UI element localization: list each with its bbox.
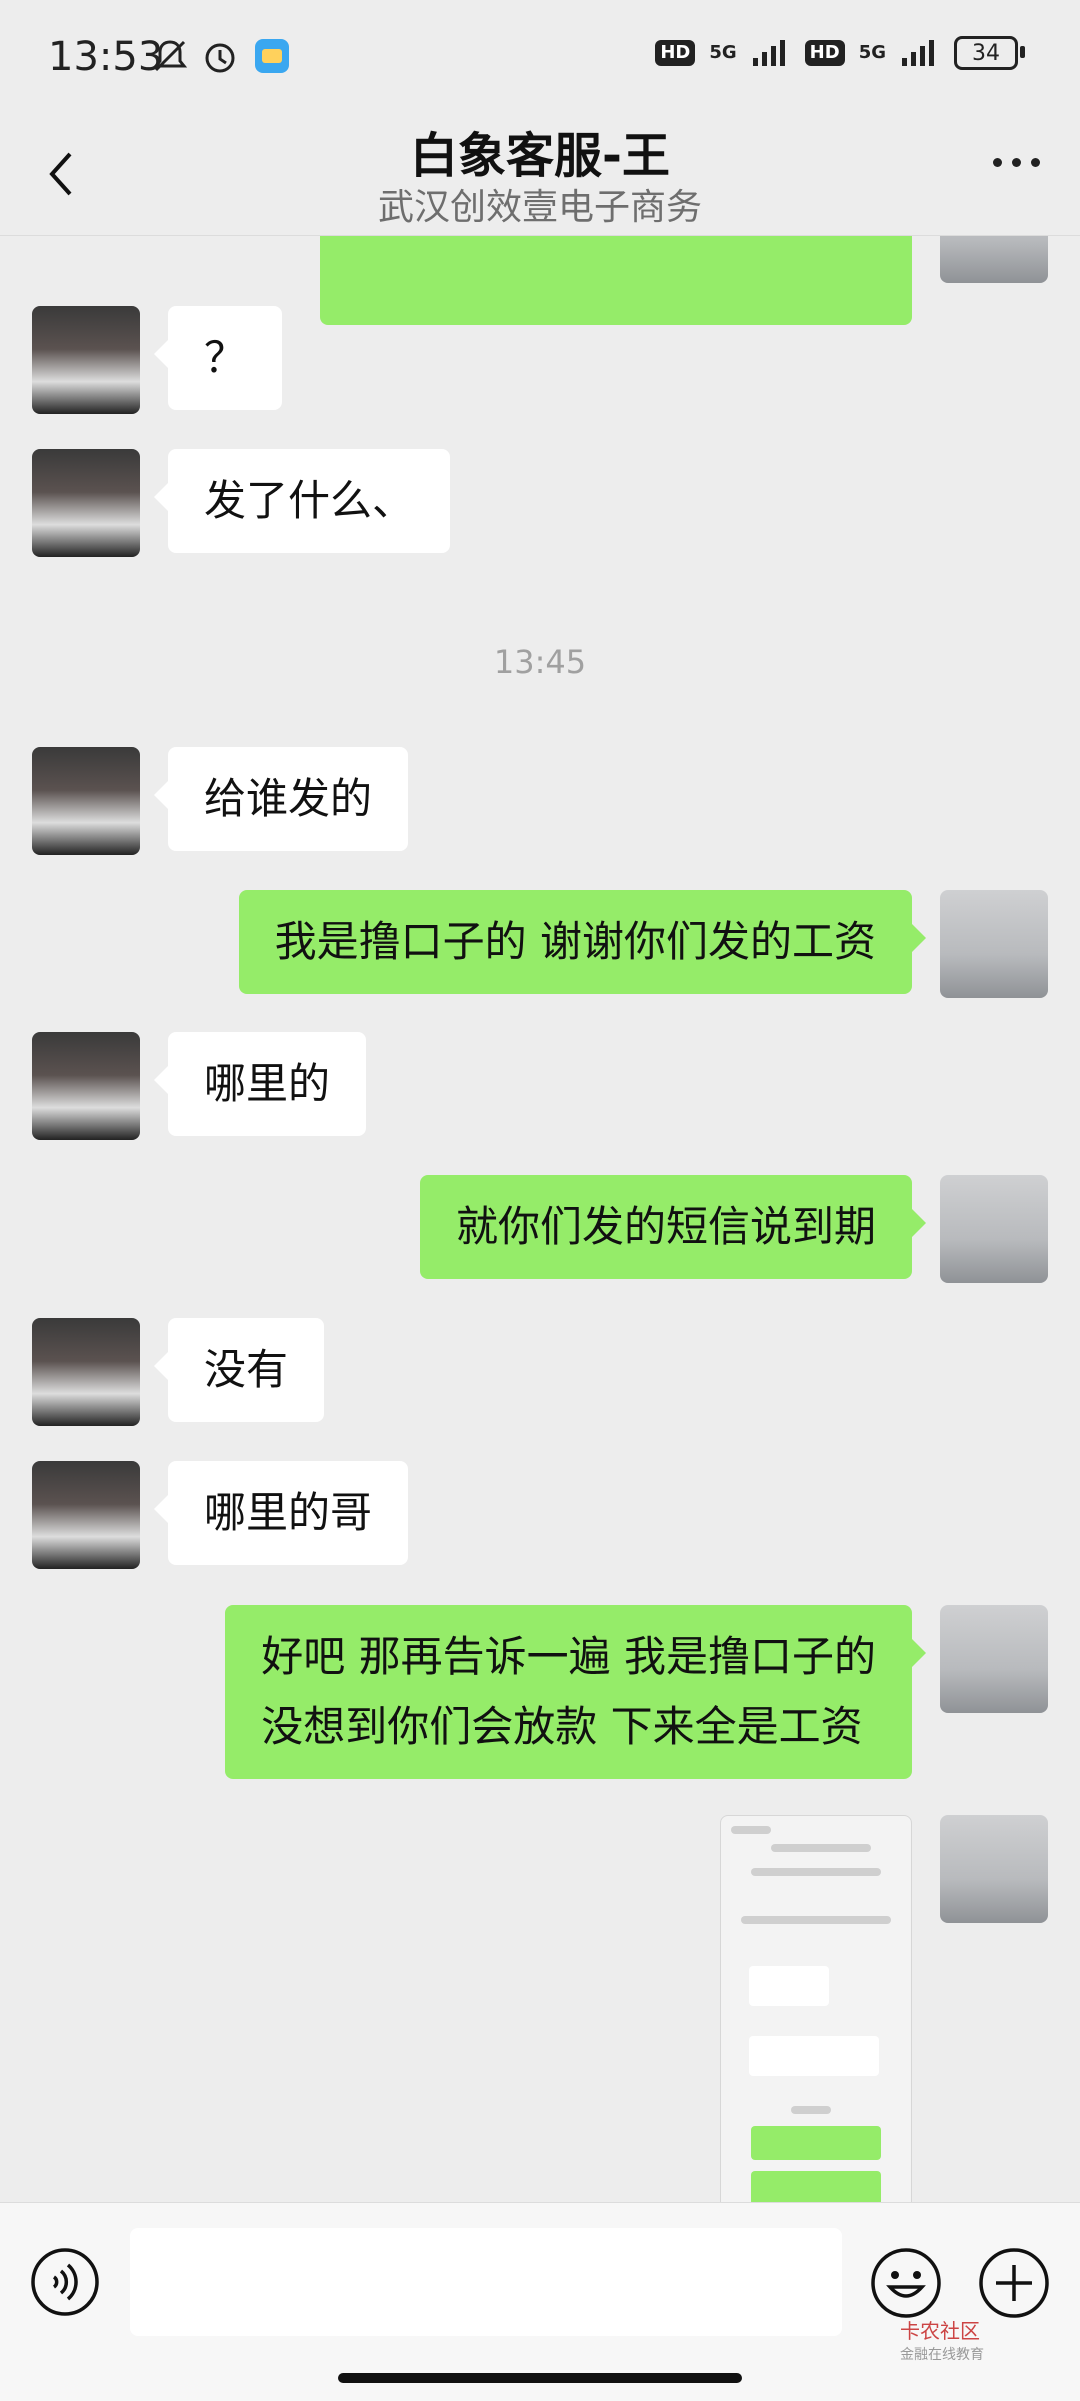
signal-icon xyxy=(752,40,785,66)
message-bubble[interactable]: 给谁发的 xyxy=(153,747,409,851)
contact-avatar[interactable] xyxy=(32,1461,140,1569)
contact-avatar[interactable] xyxy=(32,449,140,557)
signal-icon xyxy=(902,40,934,66)
hd-badge-2: HD xyxy=(804,40,845,66)
message-bubble[interactable]: 没有 xyxy=(153,1318,325,1422)
input-bar: 卡农社区 金融在线教育 xyxy=(0,2202,1080,2401)
contact-avatar[interactable] xyxy=(32,1032,140,1140)
chat-header: 白象客服-王 武汉创效壹电子商务 xyxy=(0,110,1080,236)
message-bubble[interactable]: 发了什么、 xyxy=(153,449,451,553)
voice-input-icon[interactable] xyxy=(30,2247,100,2317)
my-avatar[interactable] xyxy=(940,1815,1048,1923)
watermark: 卡农社区 金融在线教育 xyxy=(900,2315,984,2364)
my-avatar[interactable] xyxy=(940,1605,1048,1713)
watermark-sub: 金融在线教育 xyxy=(900,2347,984,2363)
emoji-icon[interactable] xyxy=(870,2247,942,2319)
add-plus-icon[interactable] xyxy=(978,2247,1050,2319)
status-right: HD 5G HD 5G 34 xyxy=(655,36,1025,70)
network-type-2: 5G xyxy=(858,42,886,63)
contact-avatar[interactable] xyxy=(32,306,140,414)
message-bubble[interactable]: 哪里的哥 xyxy=(153,1461,409,1565)
message-input[interactable] xyxy=(130,2228,842,2336)
message-bubble[interactable]: 我是撸口子的 谢谢你们发的工资 xyxy=(238,890,927,994)
message-timestamp: 13:45 xyxy=(493,643,587,681)
more-options-icon[interactable] xyxy=(993,158,1040,167)
chat-subtitle: 武汉创效壹电子商务 xyxy=(377,187,702,228)
contact-avatar[interactable] xyxy=(32,1318,140,1426)
my-avatar[interactable] xyxy=(940,235,1048,283)
status-bar: 13:53 HD 5G HD 5G 34 xyxy=(0,0,1080,120)
message-bubble[interactable]: 就你们发的短信说到期 xyxy=(419,1175,927,1279)
network-type-1: 5G xyxy=(709,42,737,63)
message-bubble[interactable]: ？ xyxy=(153,306,283,410)
alarm-icon xyxy=(205,43,235,73)
battery-icon: 34 xyxy=(954,36,1025,70)
chat-title: 白象客服-王 xyxy=(410,128,670,184)
my-avatar[interactable] xyxy=(940,1175,1048,1283)
contact-avatar[interactable] xyxy=(32,747,140,855)
watermark-main: 卡农社区 xyxy=(900,2319,980,2343)
screenshot-image-message[interactable] xyxy=(720,1815,912,2202)
message-bubble-partial[interactable] xyxy=(320,235,912,325)
home-indicator[interactable] xyxy=(338,2373,742,2383)
message-bubble[interactable]: 好吧 那再告诉一遍 我是撸口子的 没想到你们会放款 下来全是工资 xyxy=(225,1605,926,1779)
mute-bell-icon xyxy=(152,40,188,72)
hd-badge-1: HD xyxy=(655,40,696,66)
my-avatar[interactable] xyxy=(940,890,1048,998)
status-time: 13:53 xyxy=(48,34,164,80)
app-notification-icon xyxy=(255,39,289,73)
chat-area: ？ 发了什么、 13:45 给谁发的 我是撸口子的 谢谢你们发的工资 哪里的 就… xyxy=(0,235,1080,2202)
message-bubble[interactable]: 哪里的 xyxy=(153,1032,367,1136)
